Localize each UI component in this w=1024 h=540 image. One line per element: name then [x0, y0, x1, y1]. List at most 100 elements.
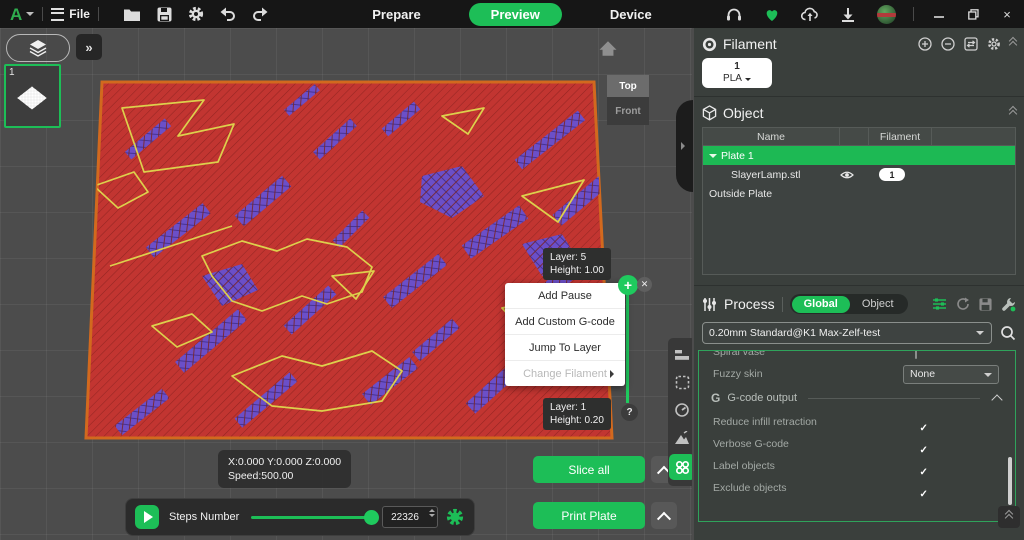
menu-item-jump-to-layer[interactable]: Jump To Layer [505, 335, 625, 361]
expand-panel-button[interactable]: » [76, 34, 102, 60]
help-button[interactable]: ? [621, 404, 638, 421]
restore-button[interactable] [956, 0, 990, 28]
viewcube-top[interactable]: Top [607, 75, 649, 97]
logo-chevron-icon[interactable] [26, 12, 34, 20]
setting-verbose-gcode[interactable]: Verbose G-code [699, 433, 1015, 455]
setting-spiral-vase[interactable]: Spiral vase [699, 350, 1015, 363]
menu-icon[interactable] [51, 8, 64, 21]
slice-all-button[interactable]: Slice all [533, 456, 645, 483]
collapse-filament-icon[interactable] [1010, 40, 1016, 48]
search-preset-icon[interactable] [1000, 325, 1016, 341]
terrain-view-icon[interactable] [671, 427, 692, 449]
tab-device[interactable]: Device [600, 3, 662, 26]
close-slider-menu-button[interactable]: ✕ [637, 277, 652, 292]
collapse-panel-button[interactable] [998, 506, 1020, 528]
plate-thumbnail[interactable]: 1 [4, 64, 61, 128]
layer-context-menu: Add Pause Add Custom G-code Jump To Laye… [505, 283, 625, 386]
table-row-outside-plate[interactable]: Outside Plate [703, 184, 1015, 203]
fuzzy-skin-dropdown[interactable]: None [903, 365, 999, 384]
file-menu[interactable]: File [69, 7, 90, 21]
expand-caret-icon[interactable] [709, 154, 717, 162]
filament-spool-icon [702, 37, 717, 52]
boundary-toggle-icon[interactable] [671, 372, 692, 394]
remove-filament-icon[interactable] [941, 37, 955, 51]
steps-slider[interactable] [251, 516, 372, 519]
download-icon[interactable] [829, 7, 867, 22]
group-gcode-output[interactable]: G G-code output [699, 385, 1015, 411]
steps-slider-thumb[interactable] [364, 510, 379, 525]
table-row-plate[interactable]: Plate 1 [703, 146, 1015, 165]
divider [98, 7, 99, 21]
table-row-object[interactable]: SlayerLamp.stl 1 [703, 165, 1015, 184]
plate-settings-icon[interactable] [446, 508, 464, 526]
close-button[interactable]: × [990, 0, 1024, 28]
visibility-eye-icon[interactable] [833, 170, 861, 180]
home-view-icon[interactable] [598, 40, 618, 57]
speed-gauge-icon[interactable] [671, 399, 692, 421]
plate-thumbnail-number: 1 [9, 67, 15, 78]
scope-global[interactable]: Global [792, 296, 850, 313]
object-section-header: Object [694, 97, 1024, 125]
preview-viewport[interactable]: » 1 Top Front Layer: 5 Height: 1.00 + ✕ … [0, 28, 692, 540]
menu-item-add-pause[interactable]: Add Pause [505, 283, 625, 309]
user-avatar[interactable] [867, 5, 905, 24]
filament-settings-gear-icon[interactable] [987, 37, 1001, 51]
settings-gear-icon[interactable] [188, 6, 204, 22]
scope-object[interactable]: Object [850, 296, 906, 313]
setting-exclude-objects[interactable]: Exclude objects [699, 477, 1015, 499]
setting-label-objects[interactable]: Label objects [699, 455, 1015, 477]
object-filament-badge[interactable]: 1 [879, 168, 905, 181]
spiral-vase-checkbox[interactable] [915, 350, 917, 359]
open-folder-icon[interactable] [123, 7, 141, 22]
steps-spinner[interactable] [429, 509, 435, 517]
menu-item-change-filament[interactable]: Change Filament [505, 361, 625, 386]
reset-icon[interactable] [956, 297, 970, 311]
legend-toggle-icon[interactable] [671, 344, 692, 366]
tune-parameters-icon[interactable] [932, 297, 947, 311]
filament-slot-card[interactable]: 1 PLA [702, 58, 772, 88]
steps-value-input[interactable]: 22326 [382, 506, 438, 528]
tab-prepare[interactable]: Prepare [362, 3, 430, 26]
layer-slider[interactable] [626, 285, 629, 403]
plate-row-name: Plate 1 [721, 150, 754, 162]
collapse-group-icon[interactable] [991, 394, 1002, 405]
multi-plate-view-icon[interactable] [669, 454, 692, 480]
viewcube-front[interactable]: Front [607, 97, 649, 125]
chevron-up-icon [657, 511, 671, 525]
tab-preview[interactable]: Preview [469, 3, 562, 26]
redo-icon[interactable] [252, 7, 268, 21]
calibration-wrench-icon[interactable] [1001, 297, 1016, 312]
print-options-button[interactable] [651, 502, 677, 529]
play-button[interactable] [135, 505, 159, 529]
steps-number-label: Steps Number [169, 511, 239, 523]
submenu-arrow-icon [610, 370, 618, 378]
divider [782, 297, 783, 312]
add-filament-icon[interactable] [918, 37, 932, 51]
swap-filament-icon[interactable] [964, 37, 978, 51]
layer-tooltip-upper: Layer: 5 Height: 1.00 [543, 248, 611, 280]
favorites-heart-icon[interactable] [753, 7, 791, 22]
column-name: Name [703, 128, 840, 145]
add-layer-action-button[interactable]: + [618, 275, 638, 295]
minimize-button[interactable] [922, 0, 956, 28]
filament-material-dropdown[interactable]: PLA [723, 73, 751, 85]
collapse-object-icon[interactable] [1010, 109, 1016, 117]
filament-section-title: Filament [723, 36, 777, 52]
sliced-plate-preview[interactable] [82, 76, 616, 446]
setting-reduce-infill-retraction[interactable]: Reduce infill retraction [699, 411, 1015, 433]
save-preset-icon[interactable] [979, 298, 992, 311]
save-icon[interactable] [157, 7, 172, 22]
menu-item-add-custom-gcode[interactable]: Add Custom G-code [505, 309, 625, 335]
support-headset-icon[interactable] [715, 7, 753, 22]
plate-list-toggle[interactable] [6, 34, 70, 62]
cloud-upload-icon[interactable] [791, 7, 829, 22]
steps-player-bar: Steps Number 22326 [125, 498, 475, 536]
setting-fuzzy-skin[interactable]: Fuzzy skin None [699, 363, 1015, 385]
app-logo[interactable]: A [10, 6, 22, 23]
process-preset-dropdown[interactable]: 0.20mm Standard@K1 Max-Zelf-test [702, 322, 992, 344]
settings-scrollbar[interactable] [1008, 457, 1012, 505]
undo-icon[interactable] [220, 7, 236, 21]
object-section-title: Object [723, 105, 763, 121]
print-plate-button[interactable]: Print Plate [533, 502, 645, 529]
panel-splitter-handle[interactable] [676, 100, 693, 192]
